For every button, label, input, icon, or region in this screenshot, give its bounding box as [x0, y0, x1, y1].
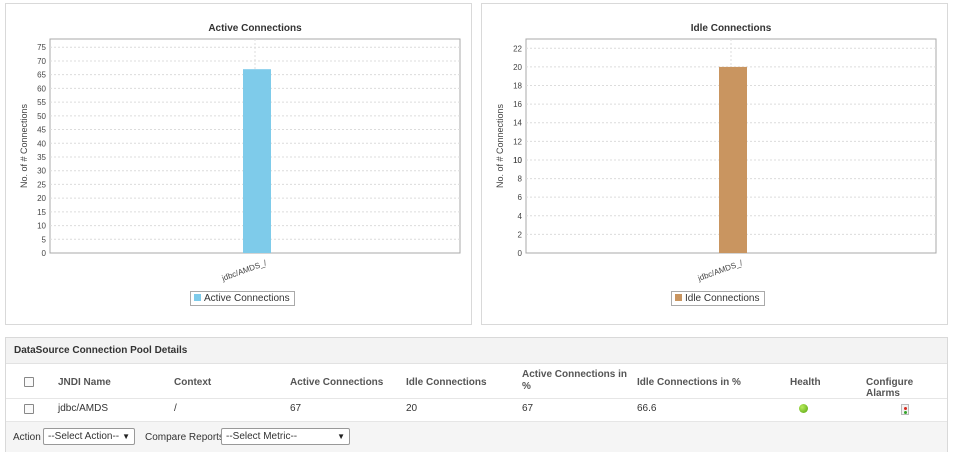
- y-tick-label: 75: [37, 43, 46, 52]
- y-tick-label: 0: [42, 249, 47, 258]
- connection-pool-details-panel: DataSource Connection Pool Details JNDI …: [5, 337, 948, 452]
- details-title: DataSource Connection Pool Details: [6, 338, 947, 364]
- bar-active-connections: [243, 69, 271, 253]
- column-header-idle-pct[interactable]: Idle Connections in %: [637, 377, 741, 388]
- y-tick-label: 10: [513, 156, 522, 165]
- y-tick-label: 40: [37, 139, 46, 148]
- legend-swatch: [675, 294, 682, 301]
- y-tick-label: 60: [37, 84, 46, 93]
- y-tick-label: 0: [518, 249, 523, 258]
- idle-connections-chart-panel: 0 2 4 6 8 10 10 12 14 16 18 20 22 jdbc/AMDS_/Idle Con…: [481, 3, 948, 325]
- row-checkbox[interactable]: [24, 404, 34, 414]
- context-cell: /: [174, 403, 177, 414]
- y-tick-label: 70: [37, 57, 46, 66]
- chart-title: Active Connections: [208, 23, 302, 34]
- action-label: Action: [13, 432, 41, 443]
- bar-idle-connections: [719, 66, 747, 253]
- health-status-icon: [799, 404, 808, 413]
- y-tick-label: 5: [42, 235, 47, 244]
- active-connections-cell: 67: [290, 403, 302, 414]
- column-header-jndi-name[interactable]: JNDI Name: [58, 377, 111, 388]
- legend-label: Active Connections: [204, 293, 290, 304]
- y-tick-label: 8: [518, 175, 523, 184]
- chevron-down-icon: ▼: [337, 432, 345, 441]
- compare-reports-label: Compare Reports: [145, 432, 224, 443]
- column-header-active-pct[interactable]: Active Connections in %: [522, 369, 630, 393]
- action-select[interactable]: --Select Action-- ▼: [43, 428, 135, 445]
- active-connections-chart-panel: 0 5 10 15 20 25 30 35 40 45 50 55 60 65 70 75 jdbc/AMDS_…: [5, 3, 472, 325]
- column-header-active-connections[interactable]: Active Connections: [290, 377, 383, 388]
- y-tick-label: 4: [518, 212, 523, 221]
- y-tick-label: 2: [518, 230, 523, 239]
- column-header-health[interactable]: Health: [790, 377, 821, 388]
- y-tick-label: 20: [513, 63, 522, 72]
- column-header-context[interactable]: Context: [174, 377, 211, 388]
- configure-alarm-icon[interactable]: [901, 404, 909, 415]
- column-header-idle-connections[interactable]: Idle Connections: [406, 377, 487, 388]
- idle-connections-chart: 024681010121416182022jdbc/AMDS_/Idle Con…: [495, 23, 937, 283]
- legend-swatch: [194, 294, 201, 301]
- y-tick-label: 22: [513, 44, 522, 53]
- active-connections-chart: 0 5 10 15 20 25 30 35 40 45 50 55 60 65 70 75 jdbc/AMDS_…: [19, 23, 461, 283]
- y-axis-label: No. of # Connections: [495, 103, 505, 188]
- chart-title: Idle Connections: [691, 23, 772, 34]
- x-tick-label: jdbc/AMDS_/: [220, 258, 269, 283]
- select-all-checkbox[interactable]: [24, 377, 34, 387]
- compare-select-value: --Select Metric--: [226, 431, 298, 442]
- idle-connections-cell: 20: [406, 403, 418, 414]
- idle-pct-cell: 66.6: [637, 403, 657, 414]
- y-tick-label: 16: [513, 100, 522, 109]
- active-connections-legend[interactable]: Active Connections: [190, 291, 295, 306]
- chevron-down-icon: ▼: [122, 432, 130, 441]
- y-tick-label: 45: [37, 126, 46, 135]
- action-bar: Action --Select Action-- ▼ Compare Repor…: [6, 421, 947, 452]
- y-tick-label: 25: [37, 180, 46, 189]
- y-tick-label: 30: [37, 167, 46, 176]
- y-tick-label: 50: [37, 112, 46, 121]
- active-pct-cell: 67: [522, 403, 534, 414]
- x-tick-label: jdbc/AMDS_/: [696, 258, 745, 283]
- y-tick-label: 55: [37, 98, 46, 107]
- y-tick-label: 14: [513, 119, 522, 128]
- y-tick-label: 35: [37, 153, 46, 162]
- y-tick-label: 15: [37, 208, 46, 217]
- column-header-configure-alarms[interactable]: Configure Alarms: [866, 377, 947, 399]
- y-tick-label: 10: [37, 222, 46, 231]
- table-row: jdbc/AMDS / 67 20 67 66.6: [6, 399, 947, 419]
- y-tick-label: 12: [513, 137, 522, 146]
- legend-label: Idle Connections: [685, 293, 760, 304]
- action-select-value: --Select Action--: [48, 431, 120, 442]
- y-tick-label: 18: [513, 82, 522, 91]
- y-tick-label: 20: [37, 194, 46, 203]
- y-axis-label: No. of # Connections: [19, 103, 29, 188]
- y-tick-label: 65: [37, 71, 46, 80]
- compare-metric-select[interactable]: --Select Metric-- ▼: [221, 428, 350, 445]
- table-header: JNDI Name Context Active Connections Idl…: [6, 365, 947, 399]
- y-tick-label: 6: [518, 193, 523, 202]
- jndi-name-cell[interactable]: jdbc/AMDS: [58, 403, 108, 414]
- idle-connections-legend[interactable]: Idle Connections: [671, 291, 765, 306]
